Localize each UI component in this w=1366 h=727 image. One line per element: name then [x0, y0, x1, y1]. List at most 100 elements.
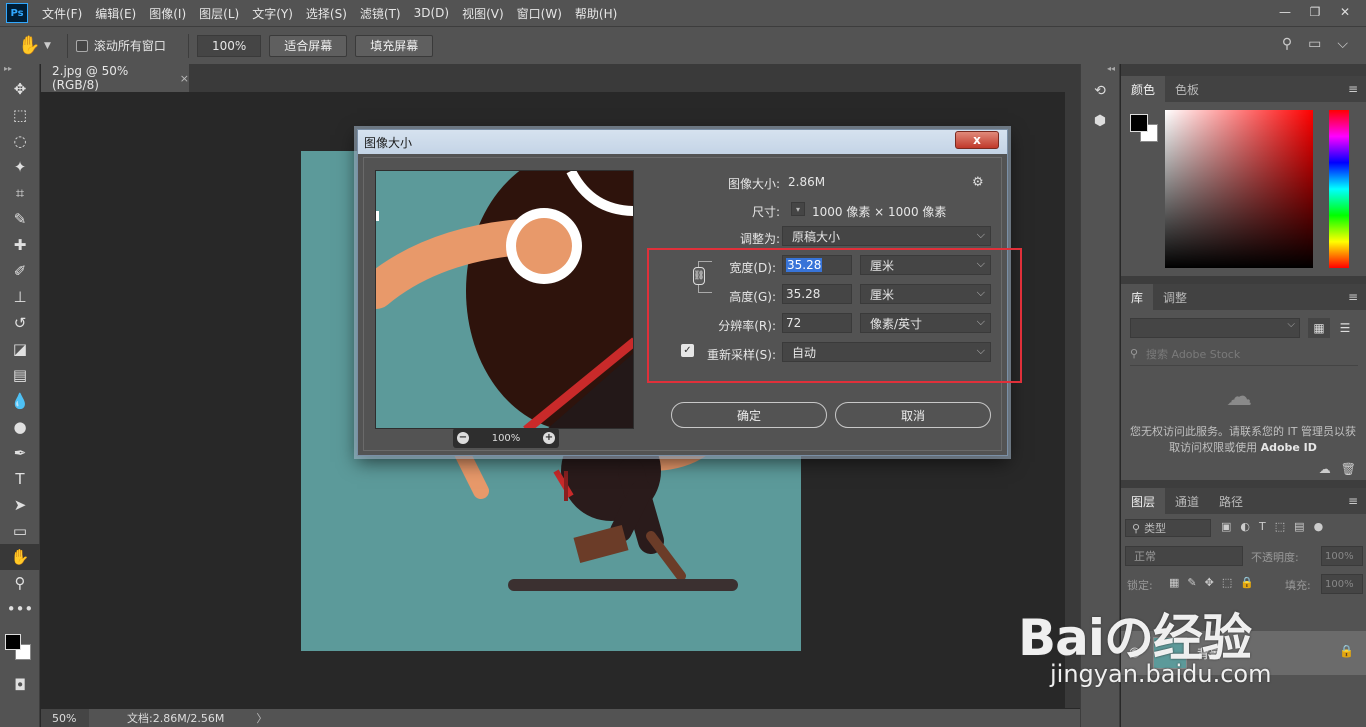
fill-field[interactable]: 100%	[1321, 574, 1363, 594]
library-select[interactable]	[1130, 318, 1300, 338]
history-panel-icon[interactable]: ⟲	[1081, 76, 1119, 106]
hand-tool-icon[interactable]: ✋	[0, 544, 40, 570]
menu-edit[interactable]: 编辑(E)	[95, 5, 136, 22]
close-icon[interactable]: ×	[180, 72, 189, 85]
healing-brush-tool-icon[interactable]: ✚	[0, 232, 40, 258]
color-field[interactable]	[1165, 110, 1313, 268]
menu-window[interactable]: 窗口(W)	[517, 5, 562, 22]
menu-filter[interactable]: 滤镜(T)	[360, 5, 401, 22]
search-icon[interactable]: ⚲	[1282, 36, 1292, 52]
hand-tool-icon[interactable]: ✋	[18, 35, 42, 56]
restore-icon[interactable]: ❐	[1300, 2, 1330, 22]
workspace-icon[interactable]: ▭	[1308, 36, 1321, 52]
menu-image[interactable]: 图像(I)	[149, 5, 186, 22]
lock-all-icon[interactable]: 🔒	[1240, 576, 1254, 589]
type-filter-icon[interactable]: T	[1259, 520, 1266, 533]
tab-color[interactable]: 颜色	[1121, 76, 1166, 102]
tab-swatches[interactable]: 色板	[1165, 76, 1209, 102]
adobe-id-link[interactable]: Adobe ID	[1261, 441, 1317, 454]
crop-tool-icon[interactable]: ⌗	[0, 180, 40, 206]
color-swatches[interactable]	[0, 622, 39, 672]
ok-button[interactable]: 确定	[671, 402, 827, 428]
fit-screen-button[interactable]: 适合屏幕	[269, 34, 348, 57]
grid-view-icon[interactable]: ▦	[1308, 318, 1330, 338]
type-tool-icon[interactable]: T	[0, 466, 40, 492]
image-preview[interactable]	[375, 170, 634, 429]
window-close-icon[interactable]: ✕	[1330, 2, 1360, 22]
zoom-out-icon[interactable]: −	[457, 432, 469, 444]
menu-select[interactable]: 选择(S)	[306, 5, 347, 22]
stamp-tool-icon[interactable]: ⊥	[0, 284, 40, 310]
lock-artboard-icon[interactable]: ⬚	[1222, 576, 1232, 589]
zoom-field[interactable]: 100%	[196, 34, 262, 57]
gear-icon[interactable]: ⚙	[972, 175, 984, 190]
tab-layers[interactable]: 图层	[1121, 488, 1166, 514]
magic-wand-tool-icon[interactable]: ✦	[0, 154, 40, 180]
rectangle-tool-icon[interactable]: ▭	[0, 518, 40, 544]
chevron-down-icon[interactable]: ⌵	[1337, 36, 1348, 52]
pen-tool-icon[interactable]: ✒	[0, 440, 40, 466]
library-search-input[interactable]: ⚲ 搜索 Adobe Stock	[1130, 346, 1358, 366]
fill-screen-button[interactable]: 填充屏幕	[355, 34, 434, 57]
tab-channels[interactable]: 通道	[1165, 488, 1209, 514]
menu-layer[interactable]: 图层(L)	[199, 5, 239, 22]
hue-slider[interactable]	[1329, 110, 1349, 268]
adjustment-filter-icon[interactable]: ◐	[1240, 520, 1250, 533]
minimize-icon[interactable]: —	[1270, 2, 1300, 22]
path-selection-tool-icon[interactable]: ➤	[0, 492, 40, 518]
status-zoom[interactable]: 50%	[41, 709, 89, 727]
zoom-in-icon[interactable]: +	[543, 432, 555, 444]
menu-view[interactable]: 视图(V)	[462, 5, 504, 22]
dialog-close-button[interactable]: x	[955, 131, 999, 149]
brush-tool-icon[interactable]: ✐	[0, 258, 40, 284]
eyedropper-tool-icon[interactable]: ✎	[0, 206, 40, 232]
lock-position-icon[interactable]: ✥	[1205, 576, 1214, 589]
dimensions-unit-dropdown[interactable]: ▾	[791, 202, 805, 216]
panel-menu-icon[interactable]: ≡	[1348, 290, 1358, 304]
move-tool-icon[interactable]: ✥	[0, 76, 40, 102]
foreground-color-swatch[interactable]	[1130, 114, 1148, 132]
layer-kind-filter[interactable]: ⚲ 类型	[1125, 519, 1211, 537]
gradient-tool-icon[interactable]: ▤	[0, 362, 40, 388]
filter-toggle-icon[interactable]: ●	[1314, 520, 1324, 533]
shape-filter-icon[interactable]: ⬚	[1275, 520, 1285, 533]
chevron-right-icon[interactable]: 〉	[256, 710, 267, 726]
marquee-tool-icon[interactable]: ⬚	[0, 102, 40, 128]
list-view-icon[interactable]: ☰	[1334, 318, 1356, 338]
collapse-icon[interactable]: ▸▸	[0, 64, 39, 76]
quick-mask-icon[interactable]: ◘	[0, 672, 40, 698]
blur-tool-icon[interactable]: 💧	[0, 388, 40, 414]
dialog-title-bar[interactable]: 图像大小	[358, 130, 1007, 154]
menu-type[interactable]: 文字(Y)	[252, 5, 293, 22]
lock-pixels-icon[interactable]: ✎	[1187, 576, 1196, 589]
3d-panel-icon[interactable]: ⬢	[1081, 106, 1119, 136]
history-brush-tool-icon[interactable]: ↺	[0, 310, 40, 336]
scroll-all-checkbox[interactable]	[75, 39, 88, 52]
cloud-sync-icon[interactable]: ☁	[1319, 462, 1331, 476]
blend-mode-select[interactable]: 正常	[1125, 546, 1243, 566]
image-filter-icon[interactable]: ▣	[1221, 520, 1231, 533]
panel-menu-icon[interactable]: ≡	[1348, 494, 1358, 508]
tab-adjustments[interactable]: 调整	[1153, 284, 1197, 310]
lasso-tool-icon[interactable]: ◌	[0, 128, 40, 154]
chevron-down-icon[interactable]: ▼	[44, 41, 51, 51]
foreground-color-swatch[interactable]	[5, 634, 21, 650]
document-tab[interactable]: 2.jpg @ 50%(RGB/8) ×	[41, 64, 189, 92]
trash-icon[interactable]: 🗑	[1341, 462, 1356, 476]
zoom-tool-icon[interactable]: ⚲	[0, 570, 40, 596]
tab-paths[interactable]: 路径	[1209, 488, 1253, 514]
opacity-field[interactable]: 100%	[1321, 546, 1363, 566]
cancel-button[interactable]: 取消	[835, 402, 991, 428]
menu-file[interactable]: 文件(F)	[42, 5, 82, 22]
menu-3d[interactable]: 3D(D)	[414, 6, 449, 20]
smart-object-filter-icon[interactable]: ▤	[1294, 520, 1304, 533]
more-tools-icon[interactable]: •••	[0, 596, 40, 622]
panel-menu-icon[interactable]: ≡	[1348, 82, 1358, 96]
eraser-tool-icon[interactable]: ◪	[0, 336, 40, 362]
menu-help[interactable]: 帮助(H)	[575, 5, 617, 22]
lock-transparency-icon[interactable]: ▦	[1169, 576, 1179, 589]
dodge-tool-icon[interactable]: ●	[0, 414, 40, 440]
collapse-icon[interactable]: ◂◂	[1081, 64, 1119, 76]
tab-libraries[interactable]: 库	[1121, 284, 1154, 310]
fit-to-select[interactable]: 原稿大小	[782, 226, 991, 246]
